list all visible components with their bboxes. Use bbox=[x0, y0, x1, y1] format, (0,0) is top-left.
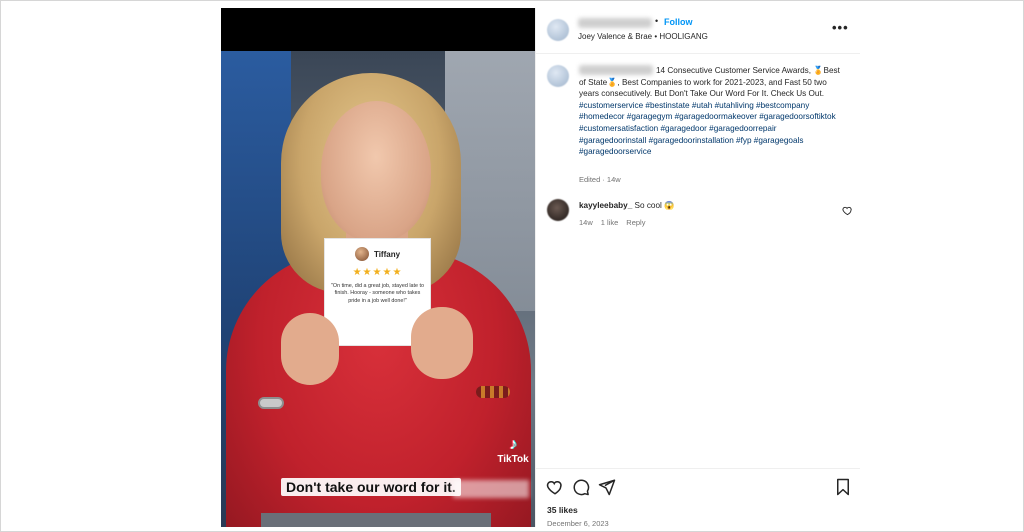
more-options-button[interactable]: ••• bbox=[832, 20, 849, 35]
comment-meta: 14w 1 like Reply bbox=[579, 218, 645, 227]
comment-icon[interactable] bbox=[572, 478, 590, 496]
bracelet bbox=[476, 386, 510, 398]
video-frame: Tiffany ★★★★★ "On time, did a great job,… bbox=[221, 51, 535, 527]
comment-heart-icon[interactable] bbox=[842, 205, 853, 216]
tiktok-label: TikTok bbox=[497, 454, 529, 465]
star-rating: ★★★★★ bbox=[352, 267, 403, 278]
comment-like-count[interactable]: 1 like bbox=[601, 218, 619, 227]
left-hand bbox=[281, 313, 339, 385]
edited-timestamp: Edited · 14w bbox=[579, 175, 621, 184]
caption-text: 14 Consecutive Customer Service Awards, … bbox=[579, 66, 840, 99]
follow-button[interactable]: Follow bbox=[664, 17, 693, 27]
caption-hashtags[interactable]: #customerservice #bestinstate #utah #uta… bbox=[579, 100, 841, 158]
comment-text: So cool 😱 bbox=[634, 201, 675, 210]
author-username-redacted[interactable] bbox=[578, 18, 652, 28]
heart-icon[interactable] bbox=[546, 478, 564, 496]
tiktok-logo-icon: ♪ bbox=[509, 436, 517, 453]
audio-subtitle[interactable]: Joey Valence & Brae • HOOLIGANG bbox=[578, 32, 708, 41]
reviewer-name: Tiffany bbox=[373, 249, 401, 259]
post-frame: Tiffany ★★★★★ "On time, did a great job,… bbox=[0, 0, 1024, 532]
reviewer-avatar bbox=[354, 247, 369, 261]
commenter-avatar[interactable] bbox=[547, 199, 569, 221]
comment-age: 14w bbox=[579, 218, 593, 227]
post-media[interactable]: Tiffany ★★★★★ "On time, did a great job,… bbox=[221, 8, 535, 527]
review-quote: "On time, did a great job, stayed late t… bbox=[331, 283, 425, 304]
post-header: • Follow Joey Valence & Brae • HOOLIGANG… bbox=[536, 8, 860, 54]
wristwatch bbox=[258, 397, 284, 409]
post-actions: 35 likes December 6, 2023 bbox=[536, 468, 860, 528]
share-icon[interactable] bbox=[598, 478, 616, 496]
author-avatar[interactable] bbox=[547, 19, 569, 41]
caption-body: 14 Consecutive Customer Service Awards, … bbox=[579, 65, 841, 158]
post-date: December 6, 2023 bbox=[547, 519, 609, 528]
like-count[interactable]: 35 likes bbox=[547, 505, 578, 515]
right-hand bbox=[411, 307, 473, 379]
person-pants bbox=[261, 513, 491, 527]
comment: kayyleebaby_ So cool 😱 bbox=[579, 201, 674, 211]
video-caption: Don't take our word for it. bbox=[281, 478, 461, 496]
bookmark-icon[interactable] bbox=[834, 478, 852, 496]
comment-reply-button[interactable]: Reply bbox=[626, 218, 645, 227]
person-face bbox=[321, 101, 431, 241]
post-side-panel: • Follow Joey Valence & Brae • HOOLIGANG… bbox=[535, 8, 860, 528]
header-separator: • bbox=[655, 16, 659, 26]
caption-redaction bbox=[453, 480, 529, 498]
tiktok-watermark: ♪ TikTok bbox=[493, 436, 533, 466]
review-card-header: Tiffany bbox=[331, 247, 424, 261]
comment-username[interactable]: kayyleebaby_ bbox=[579, 201, 632, 210]
caption-author-avatar[interactable] bbox=[547, 65, 569, 87]
